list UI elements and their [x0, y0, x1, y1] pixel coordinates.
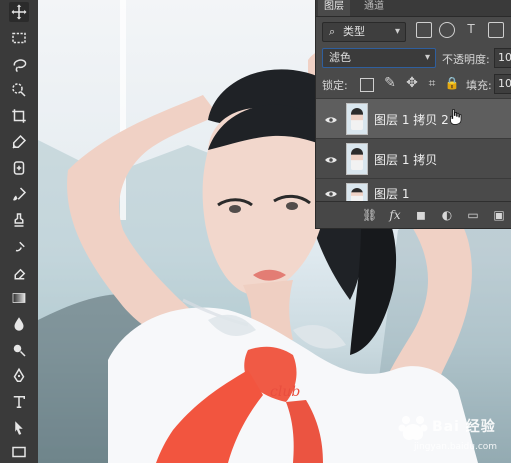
- shirt-club-text: club: [270, 384, 300, 400]
- link-icon[interactable]: ⛓: [362, 208, 377, 222]
- fx-icon[interactable]: fx: [388, 208, 402, 222]
- marquee-tool-icon[interactable]: [9, 28, 29, 48]
- layer-thumbnail: [346, 143, 368, 175]
- baidu-jingyan-watermark: Bai 经验 jingyan.baidu.com: [396, 408, 506, 462]
- lock-artboard-icon[interactable]: ⌗: [424, 75, 440, 91]
- quick-select-tool-icon[interactable]: [9, 80, 29, 100]
- fill-input[interactable]: 100: [494, 74, 511, 94]
- lasso-tool-icon[interactable]: [9, 54, 29, 74]
- filter-type-icon[interactable]: T: [464, 22, 478, 36]
- layer-name[interactable]: 图层 1: [374, 185, 409, 202]
- opacity-label: 不透明度:: [442, 53, 490, 66]
- photoshop-window: club 图层 通道 ⌕ 类型 ▾ T 滤色 ▾ 不透明度: 1 锁定: ✎ ✥…: [0, 0, 511, 463]
- lock-image-icon[interactable]: ✎: [382, 75, 398, 91]
- fill-label: 填充:: [466, 79, 492, 92]
- filter-kind-select[interactable]: ⌕ 类型 ▾: [322, 22, 406, 42]
- brush-tool-icon[interactable]: [9, 184, 29, 204]
- mask-icon[interactable]: ◼: [414, 208, 428, 222]
- type-tool-icon[interactable]: [9, 392, 29, 412]
- tab-layers[interactable]: 图层: [318, 0, 350, 16]
- lock-label: 锁定:: [322, 79, 348, 92]
- thumbnail-figure: [351, 148, 363, 170]
- dodge-tool-icon[interactable]: [9, 340, 29, 360]
- filter-pixel-icon[interactable]: [416, 22, 432, 38]
- healing-brush-tool-icon[interactable]: [9, 158, 29, 178]
- crop-tool-icon[interactable]: [9, 106, 29, 126]
- blend-mode-select[interactable]: 滤色 ▾: [322, 48, 436, 68]
- tools-toolbar: [0, 0, 39, 463]
- eyedropper-tool-icon[interactable]: [9, 132, 29, 152]
- gradient-tool-icon[interactable]: [9, 288, 29, 308]
- rectangle-tool-icon[interactable]: [9, 442, 29, 462]
- layer-thumbnail: [346, 103, 368, 135]
- lock-all-icon[interactable]: 🔒: [444, 75, 460, 91]
- eye-icon[interactable]: [324, 186, 338, 200]
- layer-name[interactable]: 图层 1 拷贝 2: [374, 111, 449, 128]
- filter-kind-value: 类型: [343, 25, 365, 38]
- layer-name[interactable]: 图层 1 拷贝: [374, 151, 437, 168]
- watermark-text: Bai 经验: [432, 419, 496, 435]
- lock-fill-row: 锁定: ✎ ✥ ⌗ 🔒 填充: 100: [316, 72, 511, 96]
- eraser-tool-icon[interactable]: [9, 262, 29, 282]
- chevron-down-icon: ▾: [424, 52, 430, 63]
- clone-stamp-tool-icon[interactable]: [9, 210, 29, 230]
- thumbnail-figure: [351, 188, 363, 202]
- paw-icon: [398, 416, 428, 440]
- blur-tool-icon[interactable]: [9, 314, 29, 334]
- blend-opacity-row: 滤色 ▾ 不透明度: 100: [316, 46, 511, 70]
- watermark-url: jingyan.baidu.com: [414, 442, 498, 452]
- layer-row[interactable]: 图层 1 拷贝: [316, 138, 511, 179]
- path-select-tool-icon[interactable]: [9, 418, 29, 438]
- new-layer-icon[interactable]: ▣: [492, 208, 506, 222]
- pen-tool-icon[interactable]: [9, 366, 29, 386]
- lock-position-icon[interactable]: ✥: [404, 75, 420, 91]
- layer-filter-row: ⌕ 类型 ▾ T: [316, 20, 511, 42]
- adjustment-icon[interactable]: ◐: [440, 208, 454, 222]
- history-brush-tool-icon[interactable]: [9, 236, 29, 256]
- thumbnail-figure: [351, 108, 363, 130]
- chevron-down-icon: ▾: [394, 26, 400, 37]
- opacity-input[interactable]: 100: [494, 48, 511, 68]
- move-tool-icon[interactable]: [9, 2, 29, 22]
- panel-tabs: 图层 通道: [316, 0, 511, 17]
- eye-icon[interactable]: [324, 152, 338, 166]
- group-icon[interactable]: ▭: [466, 208, 480, 222]
- layers-panel-footer: ⛓ fx ◼ ◐ ▭ ▣: [316, 201, 511, 228]
- filter-shape-icon[interactable]: [488, 22, 504, 38]
- eye-icon[interactable]: [324, 112, 338, 126]
- search-icon: ⌕: [329, 25, 336, 38]
- blend-mode-value: 滤色: [329, 51, 351, 64]
- tab-channels[interactable]: 通道: [358, 0, 390, 16]
- layers-panel: 图层 通道 ⌕ 类型 ▾ T 滤色 ▾ 不透明度: 100 锁定:: [315, 0, 511, 229]
- hand-cursor-icon: [446, 108, 464, 130]
- lock-transparency-icon[interactable]: [360, 78, 374, 92]
- filter-adjustment-icon[interactable]: [439, 22, 455, 38]
- layer-row[interactable]: 图层 1 拷贝 2: [316, 98, 511, 139]
